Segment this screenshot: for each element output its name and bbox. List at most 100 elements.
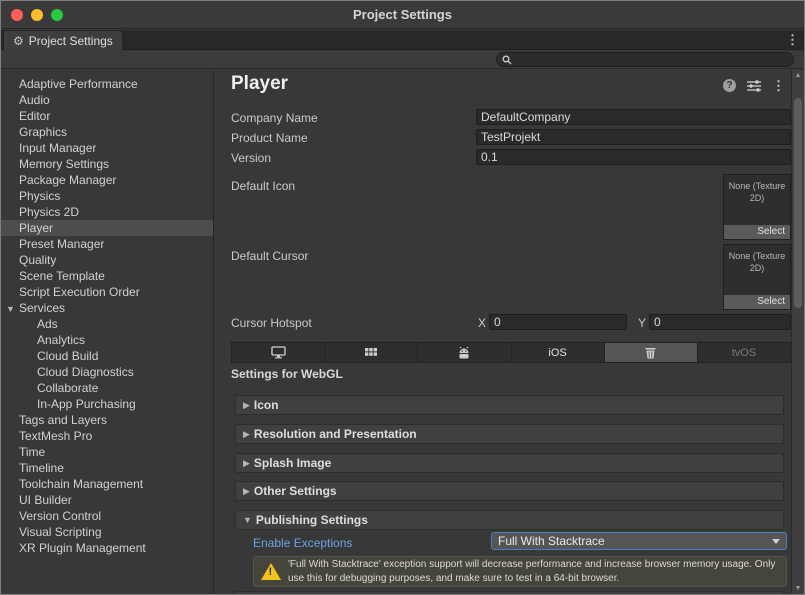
sidebar-item-preset-manager[interactable]: Preset Manager — [1, 236, 213, 252]
section-resolution-and-presentation[interactable]: ▶ Resolution and Presentation — [235, 424, 784, 444]
platform-tab-strip: iOS tvOS — [231, 342, 791, 363]
sidebar-item-cloud-diagnostics[interactable]: Cloud Diagnostics — [1, 364, 213, 380]
hotspot-x-label: X — [478, 316, 486, 330]
project-settings-window: Project Settings ⚙ Project Settings ⋮ Ad… — [0, 0, 805, 595]
foldout-closed-icon: ▶ — [243, 400, 250, 411]
desktop-icon — [271, 346, 286, 359]
search-field[interactable] — [496, 52, 794, 67]
section-other-settings[interactable]: ▶ Other Settings — [235, 481, 784, 501]
chevron-down-icon — [772, 539, 780, 544]
next-section-partial — [235, 591, 784, 595]
presets-icon[interactable] — [747, 80, 761, 92]
default-cursor-picker[interactable]: None (Texture 2D) Select — [723, 244, 791, 310]
sidebar-item-memory-settings[interactable]: Memory Settings — [1, 156, 213, 172]
sidebar-item-textmesh-pro[interactable]: TextMesh Pro — [1, 428, 213, 444]
warning-text: 'Full With Stacktrace' exception support… — [288, 558, 779, 584]
editor-tab-row: ⚙ Project Settings ⋮ — [1, 30, 804, 50]
sidebar-item-package-manager[interactable]: Package Manager — [1, 172, 213, 188]
sidebar-item-time[interactable]: Time — [1, 444, 213, 460]
toolbar — [1, 51, 804, 69]
header-icons: ? ⋮ — [723, 79, 785, 92]
server-grid-icon — [364, 347, 378, 359]
sidebar-item-ui-builder[interactable]: UI Builder — [1, 492, 213, 508]
platform-tab-ios[interactable]: iOS — [512, 343, 605, 362]
warning-icon — [261, 563, 281, 580]
sidebar-item-physics-2d[interactable]: Physics 2D — [1, 204, 213, 220]
default-cursor-label: Default Cursor — [231, 249, 308, 263]
sidebar-item-ads[interactable]: Ads — [1, 316, 213, 332]
vertical-scrollbar[interactable]: ▲ ▼ — [791, 70, 804, 594]
platform-tab-dedicated-server[interactable] — [325, 343, 418, 362]
sidebar-item-analytics[interactable]: Analytics — [1, 332, 213, 348]
sidebar-item-input-manager[interactable]: Input Manager — [1, 140, 213, 156]
foldout-closed-icon: ▶ — [243, 486, 250, 497]
webgl-icon — [644, 346, 657, 359]
sidebar-item-version-control[interactable]: Version Control — [1, 508, 213, 524]
sidebar-item-collaborate[interactable]: Collaborate — [1, 380, 213, 396]
scroll-up-icon[interactable]: ▲ — [792, 72, 804, 79]
sidebar-item-adaptive-performance[interactable]: Adaptive Performance — [1, 76, 213, 92]
sidebar-item-cloud-build[interactable]: Cloud Build — [1, 348, 213, 364]
settings-for-heading: Settings for WebGL — [231, 367, 343, 381]
default-icon-select-button[interactable]: Select — [724, 225, 790, 239]
sidebar-item-visual-scripting[interactable]: Visual Scripting — [1, 524, 213, 540]
default-icon-picker[interactable]: None (Texture 2D) Select — [723, 174, 791, 240]
platform-tab-tvos[interactable]: tvOS — [698, 343, 790, 362]
sidebar-item-scene-template[interactable]: Scene Template — [1, 268, 213, 284]
version-label: Version — [231, 151, 271, 165]
page-title: Player — [231, 73, 288, 95]
settings-sidebar: Adaptive Performance Audio Editor Graphi… — [1, 70, 214, 594]
sidebar-item-physics[interactable]: Physics — [1, 188, 213, 204]
default-cursor-select-button[interactable]: Select — [724, 295, 790, 309]
titlebar[interactable]: Project Settings — [1, 1, 804, 29]
foldout-closed-icon: ▶ — [243, 458, 250, 469]
enable-exceptions-label: Enable Exceptions — [253, 536, 352, 550]
foldout-open-icon[interactable]: ▼ — [6, 301, 19, 317]
sidebar-item-in-app-purchasing[interactable]: In-App Purchasing — [1, 396, 213, 412]
window-title: Project Settings — [1, 7, 804, 22]
platform-tab-android[interactable] — [418, 343, 511, 362]
search-icon — [502, 55, 512, 65]
tab-project-settings[interactable]: ⚙ Project Settings — [3, 30, 123, 50]
foldout-open-icon: ▼ — [243, 515, 252, 525]
hotspot-y-input[interactable]: 0 — [649, 314, 791, 330]
platform-tab-webgl[interactable] — [605, 343, 698, 362]
version-input[interactable]: 0.1 — [476, 149, 791, 165]
sidebar-item-player[interactable]: Player — [1, 220, 213, 236]
product-name-label: Product Name — [231, 131, 308, 145]
tab-label: Project Settings — [29, 34, 113, 48]
more-options-icon[interactable]: ⋮ — [772, 79, 785, 92]
sidebar-item-timeline[interactable]: Timeline — [1, 460, 213, 476]
sidebar-item-audio[interactable]: Audio — [1, 92, 213, 108]
sidebar-item-toolchain-management[interactable]: Toolchain Management — [1, 476, 213, 492]
android-icon — [457, 347, 471, 359]
default-icon-none-text: None (Texture 2D) — [724, 175, 790, 204]
company-name-input[interactable]: DefaultCompany — [476, 109, 791, 125]
help-icon[interactable]: ? — [723, 79, 736, 92]
player-settings-panel: Player ? ⋮ Company Name DefaultCompany P… — [215, 70, 791, 594]
company-name-label: Company Name — [231, 111, 318, 125]
product-name-input[interactable]: TestProjekt — [476, 129, 791, 145]
sidebar-item-graphics[interactable]: Graphics — [1, 124, 213, 140]
hotspot-x-input[interactable]: 0 — [489, 314, 627, 330]
sidebar-item-xr-plugin-management[interactable]: XR Plugin Management — [1, 540, 213, 556]
sidebar-item-script-execution-order[interactable]: Script Execution Order — [1, 284, 213, 300]
default-icon-label: Default Icon — [231, 179, 295, 193]
section-icon[interactable]: ▶ Icon — [235, 395, 784, 415]
cursor-hotspot-label: Cursor Hotspot — [231, 316, 312, 330]
platform-tab-desktop[interactable] — [232, 343, 325, 362]
sidebar-item-editor[interactable]: Editor — [1, 108, 213, 124]
scrollbar-thumb[interactable] — [794, 98, 802, 308]
sidebar-item-quality[interactable]: Quality — [1, 252, 213, 268]
section-publishing-settings[interactable]: ▼ Publishing Settings — [235, 510, 784, 530]
default-cursor-none-text: None (Texture 2D) — [724, 245, 790, 274]
sidebar-item-tags-and-layers[interactable]: Tags and Layers — [1, 412, 213, 428]
search-input[interactable] — [516, 54, 788, 66]
sidebar-item-services[interactable]: ▼Services — [1, 300, 213, 316]
tab-more-icon[interactable]: ⋮ — [786, 32, 799, 48]
enable-exceptions-dropdown[interactable]: Full With Stacktrace — [491, 532, 787, 550]
section-splash-image[interactable]: ▶ Splash Image — [235, 453, 784, 473]
foldout-closed-icon: ▶ — [243, 429, 250, 440]
hotspot-y-label: Y — [638, 316, 646, 330]
scroll-down-icon[interactable]: ▼ — [792, 585, 804, 592]
